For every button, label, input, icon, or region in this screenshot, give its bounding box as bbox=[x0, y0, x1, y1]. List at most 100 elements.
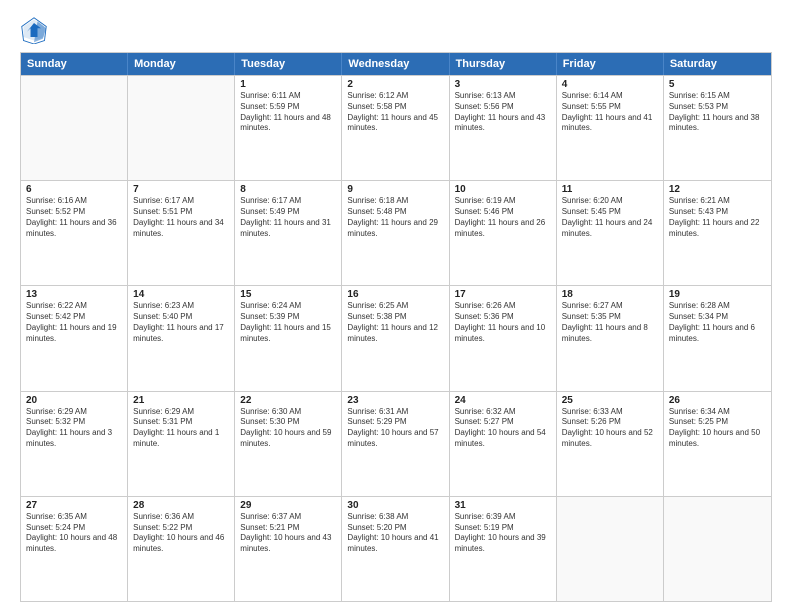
day-number: 30 bbox=[347, 500, 443, 511]
day-info: Sunrise: 6:37 AM Sunset: 5:21 PM Dayligh… bbox=[240, 512, 336, 555]
calendar-row-3: 20Sunrise: 6:29 AM Sunset: 5:32 PM Dayli… bbox=[21, 391, 771, 496]
day-number: 11 bbox=[562, 184, 658, 195]
header-day-wednesday: Wednesday bbox=[342, 53, 449, 75]
day-cell-1: 1Sunrise: 6:11 AM Sunset: 5:59 PM Daylig… bbox=[235, 76, 342, 180]
day-number: 13 bbox=[26, 289, 122, 300]
day-cell-27: 27Sunrise: 6:35 AM Sunset: 5:24 PM Dayli… bbox=[21, 497, 128, 601]
day-number: 29 bbox=[240, 500, 336, 511]
day-cell-3: 3Sunrise: 6:13 AM Sunset: 5:56 PM Daylig… bbox=[450, 76, 557, 180]
day-cell-19: 19Sunrise: 6:28 AM Sunset: 5:34 PM Dayli… bbox=[664, 286, 771, 390]
day-number: 8 bbox=[240, 184, 336, 195]
day-cell-5: 5Sunrise: 6:15 AM Sunset: 5:53 PM Daylig… bbox=[664, 76, 771, 180]
day-cell-30: 30Sunrise: 6:38 AM Sunset: 5:20 PM Dayli… bbox=[342, 497, 449, 601]
day-number: 10 bbox=[455, 184, 551, 195]
day-number: 9 bbox=[347, 184, 443, 195]
calendar-row-4: 27Sunrise: 6:35 AM Sunset: 5:24 PM Dayli… bbox=[21, 496, 771, 601]
empty-cell bbox=[21, 76, 128, 180]
day-cell-21: 21Sunrise: 6:29 AM Sunset: 5:31 PM Dayli… bbox=[128, 392, 235, 496]
day-cell-13: 13Sunrise: 6:22 AM Sunset: 5:42 PM Dayli… bbox=[21, 286, 128, 390]
day-cell-23: 23Sunrise: 6:31 AM Sunset: 5:29 PM Dayli… bbox=[342, 392, 449, 496]
day-info: Sunrise: 6:29 AM Sunset: 5:31 PM Dayligh… bbox=[133, 407, 229, 450]
day-number: 22 bbox=[240, 395, 336, 406]
day-cell-9: 9Sunrise: 6:18 AM Sunset: 5:48 PM Daylig… bbox=[342, 181, 449, 285]
day-info: Sunrise: 6:32 AM Sunset: 5:27 PM Dayligh… bbox=[455, 407, 551, 450]
day-info: Sunrise: 6:35 AM Sunset: 5:24 PM Dayligh… bbox=[26, 512, 122, 555]
day-info: Sunrise: 6:30 AM Sunset: 5:30 PM Dayligh… bbox=[240, 407, 336, 450]
day-info: Sunrise: 6:25 AM Sunset: 5:38 PM Dayligh… bbox=[347, 301, 443, 344]
day-number: 24 bbox=[455, 395, 551, 406]
day-number: 5 bbox=[669, 79, 766, 90]
logo bbox=[20, 16, 52, 44]
day-info: Sunrise: 6:17 AM Sunset: 5:51 PM Dayligh… bbox=[133, 196, 229, 239]
day-number: 18 bbox=[562, 289, 658, 300]
day-cell-12: 12Sunrise: 6:21 AM Sunset: 5:43 PM Dayli… bbox=[664, 181, 771, 285]
day-number: 6 bbox=[26, 184, 122, 195]
day-number: 27 bbox=[26, 500, 122, 511]
day-info: Sunrise: 6:33 AM Sunset: 5:26 PM Dayligh… bbox=[562, 407, 658, 450]
day-info: Sunrise: 6:13 AM Sunset: 5:56 PM Dayligh… bbox=[455, 91, 551, 134]
day-info: Sunrise: 6:22 AM Sunset: 5:42 PM Dayligh… bbox=[26, 301, 122, 344]
day-number: 26 bbox=[669, 395, 766, 406]
empty-cell bbox=[664, 497, 771, 601]
day-info: Sunrise: 6:28 AM Sunset: 5:34 PM Dayligh… bbox=[669, 301, 766, 344]
day-cell-14: 14Sunrise: 6:23 AM Sunset: 5:40 PM Dayli… bbox=[128, 286, 235, 390]
calendar: SundayMondayTuesdayWednesdayThursdayFrid… bbox=[20, 52, 772, 602]
day-number: 28 bbox=[133, 500, 229, 511]
calendar-row-0: 1Sunrise: 6:11 AM Sunset: 5:59 PM Daylig… bbox=[21, 75, 771, 180]
day-cell-4: 4Sunrise: 6:14 AM Sunset: 5:55 PM Daylig… bbox=[557, 76, 664, 180]
day-number: 16 bbox=[347, 289, 443, 300]
day-cell-10: 10Sunrise: 6:19 AM Sunset: 5:46 PM Dayli… bbox=[450, 181, 557, 285]
day-cell-8: 8Sunrise: 6:17 AM Sunset: 5:49 PM Daylig… bbox=[235, 181, 342, 285]
day-info: Sunrise: 6:34 AM Sunset: 5:25 PM Dayligh… bbox=[669, 407, 766, 450]
day-cell-22: 22Sunrise: 6:30 AM Sunset: 5:30 PM Dayli… bbox=[235, 392, 342, 496]
day-number: 17 bbox=[455, 289, 551, 300]
day-info: Sunrise: 6:19 AM Sunset: 5:46 PM Dayligh… bbox=[455, 196, 551, 239]
day-cell-7: 7Sunrise: 6:17 AM Sunset: 5:51 PM Daylig… bbox=[128, 181, 235, 285]
day-info: Sunrise: 6:21 AM Sunset: 5:43 PM Dayligh… bbox=[669, 196, 766, 239]
day-info: Sunrise: 6:20 AM Sunset: 5:45 PM Dayligh… bbox=[562, 196, 658, 239]
day-info: Sunrise: 6:14 AM Sunset: 5:55 PM Dayligh… bbox=[562, 91, 658, 134]
empty-cell bbox=[128, 76, 235, 180]
day-cell-24: 24Sunrise: 6:32 AM Sunset: 5:27 PM Dayli… bbox=[450, 392, 557, 496]
day-number: 19 bbox=[669, 289, 766, 300]
day-cell-15: 15Sunrise: 6:24 AM Sunset: 5:39 PM Dayli… bbox=[235, 286, 342, 390]
header-day-monday: Monday bbox=[128, 53, 235, 75]
day-cell-17: 17Sunrise: 6:26 AM Sunset: 5:36 PM Dayli… bbox=[450, 286, 557, 390]
day-number: 4 bbox=[562, 79, 658, 90]
day-number: 7 bbox=[133, 184, 229, 195]
day-cell-11: 11Sunrise: 6:20 AM Sunset: 5:45 PM Dayli… bbox=[557, 181, 664, 285]
day-cell-18: 18Sunrise: 6:27 AM Sunset: 5:35 PM Dayli… bbox=[557, 286, 664, 390]
day-info: Sunrise: 6:39 AM Sunset: 5:19 PM Dayligh… bbox=[455, 512, 551, 555]
day-info: Sunrise: 6:11 AM Sunset: 5:59 PM Dayligh… bbox=[240, 91, 336, 134]
day-info: Sunrise: 6:26 AM Sunset: 5:36 PM Dayligh… bbox=[455, 301, 551, 344]
day-info: Sunrise: 6:24 AM Sunset: 5:39 PM Dayligh… bbox=[240, 301, 336, 344]
header-day-saturday: Saturday bbox=[664, 53, 771, 75]
day-cell-31: 31Sunrise: 6:39 AM Sunset: 5:19 PM Dayli… bbox=[450, 497, 557, 601]
page: SundayMondayTuesdayWednesdayThursdayFrid… bbox=[0, 0, 792, 612]
day-number: 25 bbox=[562, 395, 658, 406]
day-cell-20: 20Sunrise: 6:29 AM Sunset: 5:32 PM Dayli… bbox=[21, 392, 128, 496]
logo-icon bbox=[20, 16, 48, 44]
day-info: Sunrise: 6:18 AM Sunset: 5:48 PM Dayligh… bbox=[347, 196, 443, 239]
day-info: Sunrise: 6:12 AM Sunset: 5:58 PM Dayligh… bbox=[347, 91, 443, 134]
day-info: Sunrise: 6:38 AM Sunset: 5:20 PM Dayligh… bbox=[347, 512, 443, 555]
calendar-header: SundayMondayTuesdayWednesdayThursdayFrid… bbox=[21, 53, 771, 75]
header-day-thursday: Thursday bbox=[450, 53, 557, 75]
day-info: Sunrise: 6:23 AM Sunset: 5:40 PM Dayligh… bbox=[133, 301, 229, 344]
empty-cell bbox=[557, 497, 664, 601]
day-info: Sunrise: 6:31 AM Sunset: 5:29 PM Dayligh… bbox=[347, 407, 443, 450]
day-cell-28: 28Sunrise: 6:36 AM Sunset: 5:22 PM Dayli… bbox=[128, 497, 235, 601]
day-cell-6: 6Sunrise: 6:16 AM Sunset: 5:52 PM Daylig… bbox=[21, 181, 128, 285]
day-number: 2 bbox=[347, 79, 443, 90]
day-info: Sunrise: 6:36 AM Sunset: 5:22 PM Dayligh… bbox=[133, 512, 229, 555]
day-info: Sunrise: 6:27 AM Sunset: 5:35 PM Dayligh… bbox=[562, 301, 658, 344]
header-day-friday: Friday bbox=[557, 53, 664, 75]
header-day-tuesday: Tuesday bbox=[235, 53, 342, 75]
calendar-row-2: 13Sunrise: 6:22 AM Sunset: 5:42 PM Dayli… bbox=[21, 285, 771, 390]
day-number: 14 bbox=[133, 289, 229, 300]
day-number: 20 bbox=[26, 395, 122, 406]
day-cell-16: 16Sunrise: 6:25 AM Sunset: 5:38 PM Dayli… bbox=[342, 286, 449, 390]
day-number: 21 bbox=[133, 395, 229, 406]
day-cell-29: 29Sunrise: 6:37 AM Sunset: 5:21 PM Dayli… bbox=[235, 497, 342, 601]
day-info: Sunrise: 6:17 AM Sunset: 5:49 PM Dayligh… bbox=[240, 196, 336, 239]
